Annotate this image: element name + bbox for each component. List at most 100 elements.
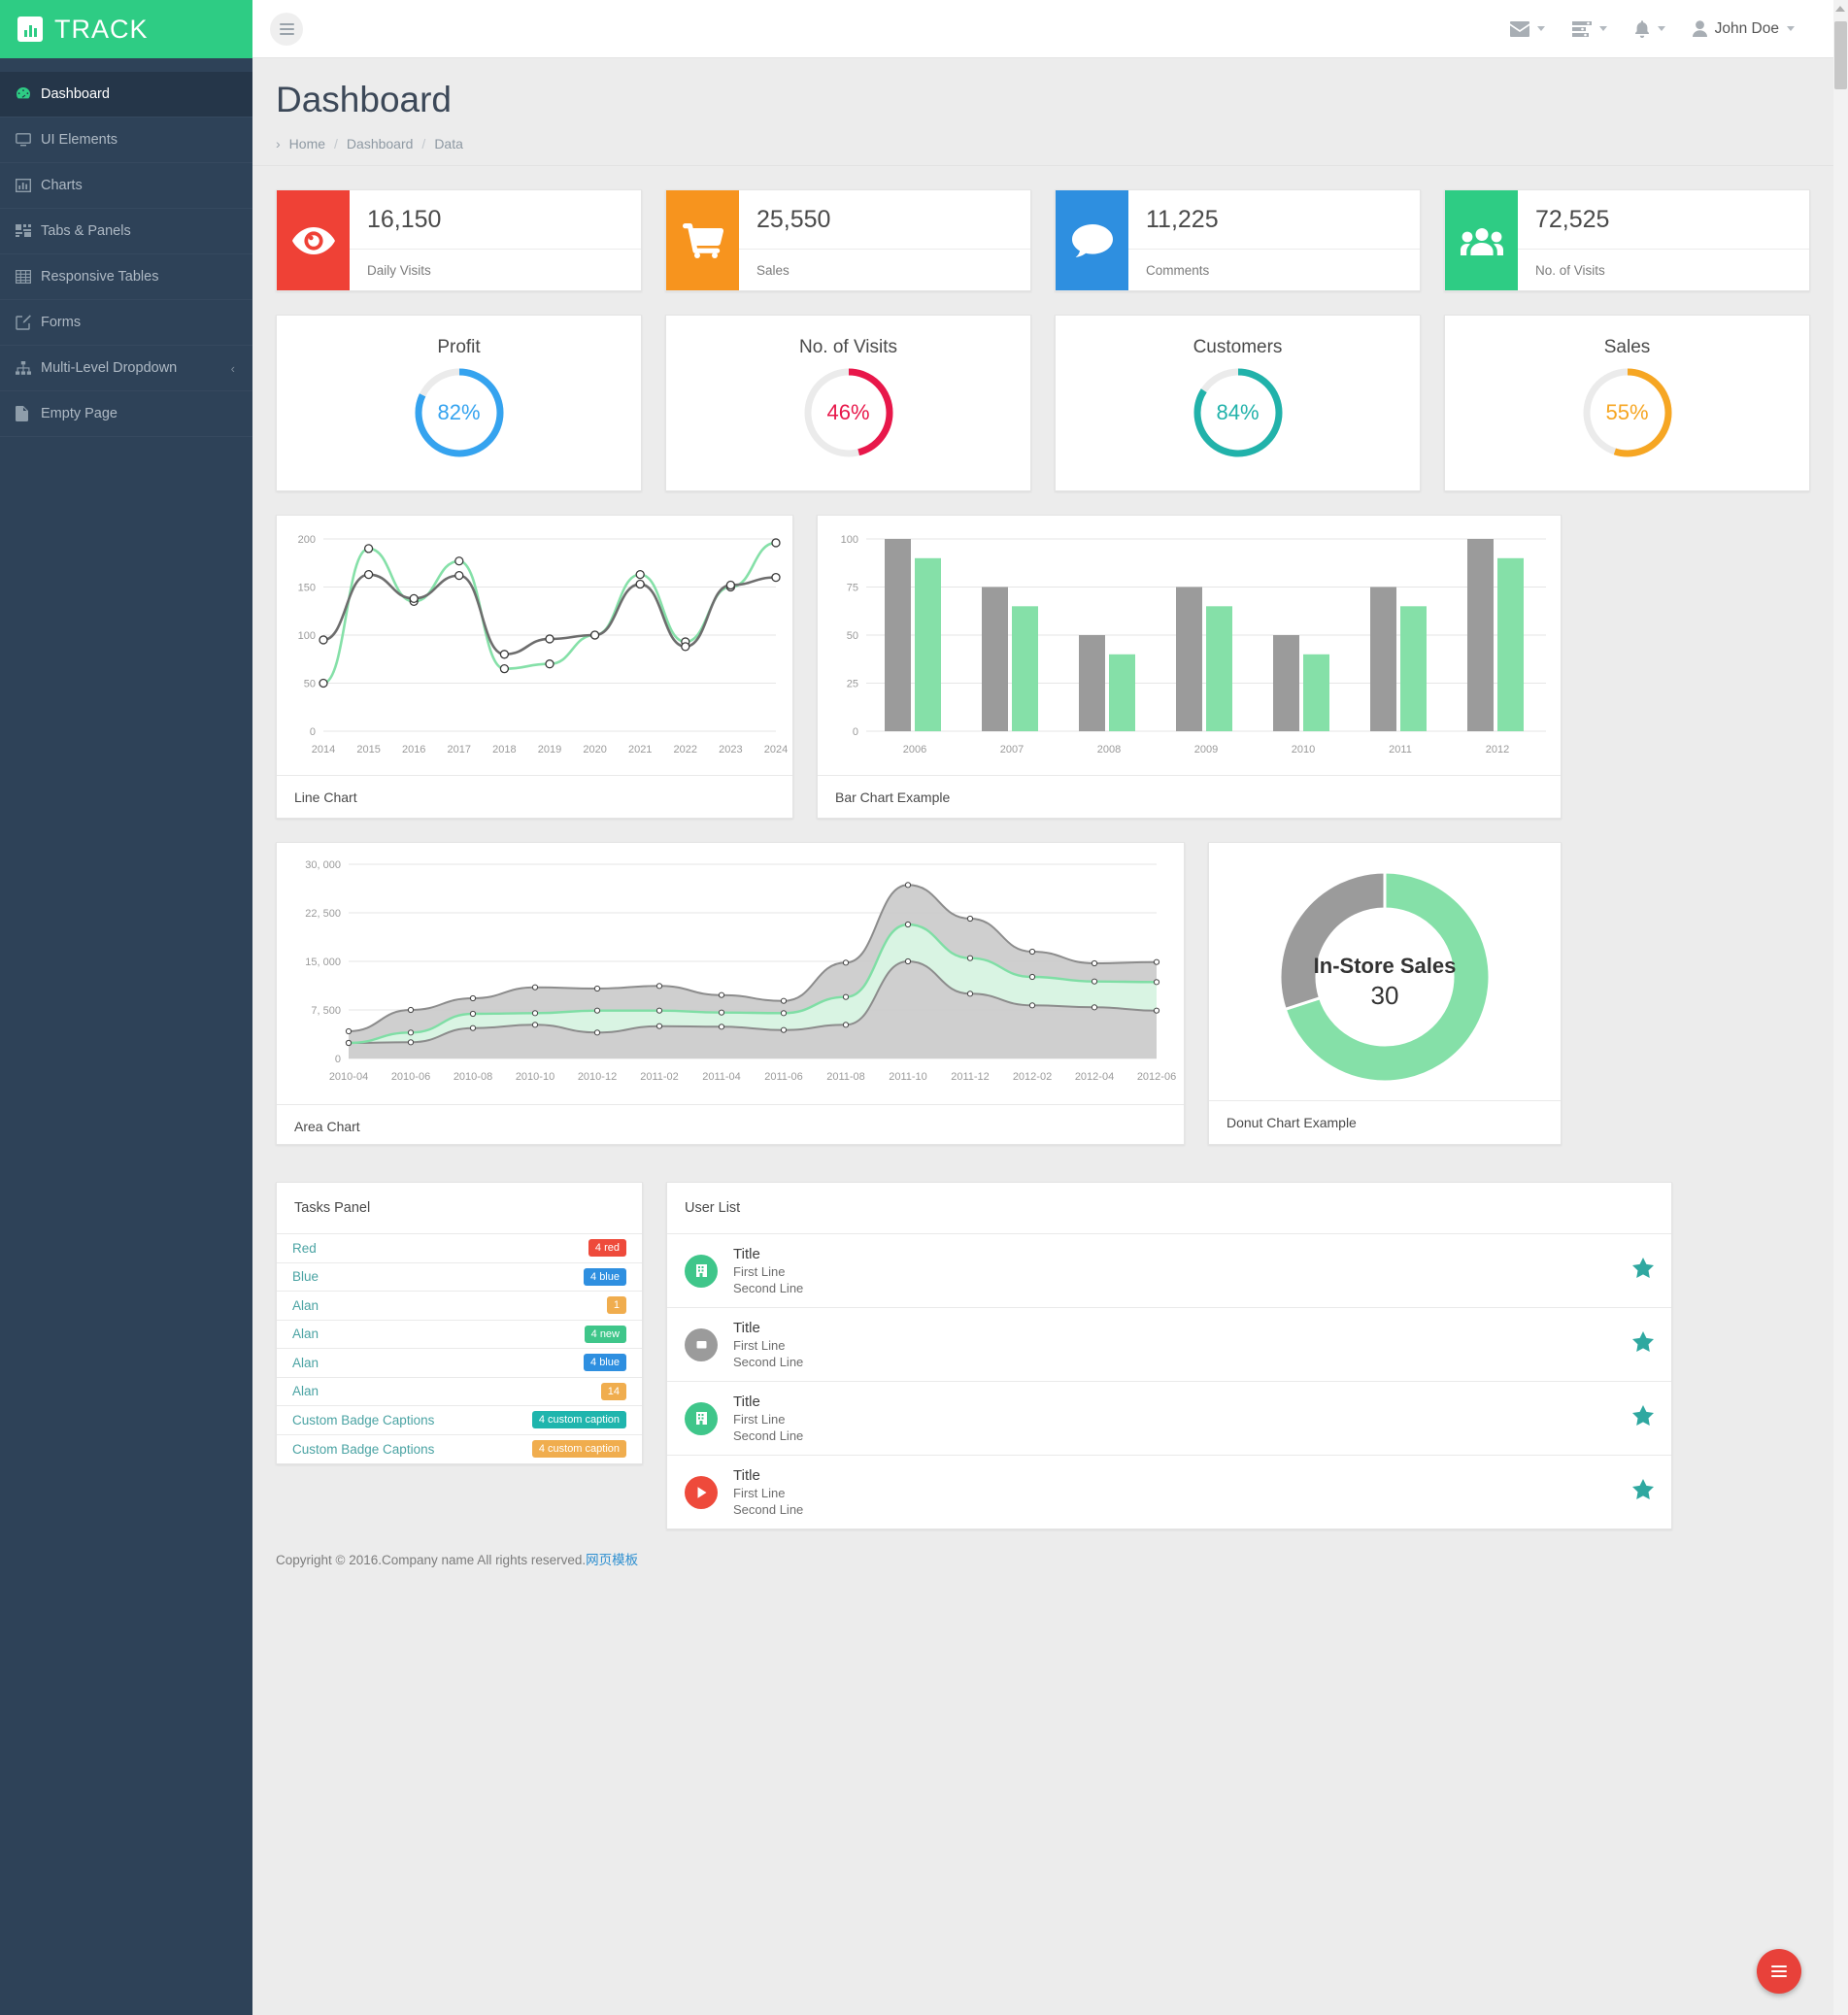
gauge-card-no-of-visits: No. of Visits 46%	[665, 315, 1031, 491]
scroll-up-arrow-icon[interactable]	[1835, 6, 1845, 12]
gauges-row: Profit 82% No. of Visits 46% Customers 84% Sal…	[252, 315, 1833, 491]
sidebar-item-label: Multi-Level Dropdown	[41, 360, 178, 376]
sidebar-item-dashboard[interactable]: Dashboard	[0, 72, 252, 118]
task-row[interactable]: Red 4 red	[277, 1234, 642, 1263]
svg-text:2010: 2010	[1292, 744, 1315, 756]
task-row[interactable]: Custom Badge Captions 4 custom caption	[277, 1406, 642, 1435]
svg-text:15, 000: 15, 000	[305, 957, 341, 968]
svg-text:2009: 2009	[1194, 744, 1218, 756]
sidebar-item-multi-level-dropdown[interactable]: Multi-Level Dropdown ‹	[0, 346, 252, 391]
svg-text:22, 500: 22, 500	[305, 908, 341, 920]
task-row[interactable]: Blue 4 blue	[277, 1263, 642, 1292]
task-row[interactable]: Alan 1	[277, 1292, 642, 1321]
user-line-2: Second Line	[733, 1428, 804, 1443]
footer-link[interactable]: 网页模板	[586, 1553, 638, 1567]
star-icon[interactable]	[1632, 1331, 1654, 1358]
stat-card-comments[interactable]: 11,225 Comments	[1055, 189, 1421, 291]
cart-icon	[666, 190, 739, 290]
area-chart-body: 0 7, 500 15, 000 22, 500 30, 000 2010-04 2010-…	[277, 843, 1184, 1104]
breadcrumb-item-dashboard[interactable]: Dashboard	[347, 136, 414, 151]
task-label[interactable]: Custom Badge Captions	[292, 1413, 434, 1427]
svg-text:2022: 2022	[674, 744, 697, 756]
svg-text:2011-12: 2011-12	[951, 1071, 990, 1083]
tasks-dropdown[interactable]	[1571, 20, 1607, 37]
breadcrumb-item-home[interactable]: Home	[289, 136, 325, 151]
star-icon[interactable]	[1632, 1258, 1654, 1284]
task-row[interactable]: Alan 4 new	[277, 1321, 642, 1349]
sidebar-item-charts[interactable]: Charts	[0, 163, 252, 209]
scrollbar[interactable]	[1833, 0, 1848, 2015]
breadcrumb-item-data[interactable]: Data	[434, 136, 463, 151]
task-label[interactable]: Alan	[292, 1384, 319, 1398]
star-icon[interactable]	[1632, 1479, 1654, 1505]
sidebar-item-ui-elements[interactable]: UI Elements	[0, 118, 252, 163]
stat-value: 16,150	[350, 190, 641, 250]
table-icon	[16, 270, 41, 284]
user-line-1: First Line	[733, 1338, 786, 1353]
stat-card-no-of-visits[interactable]: 72,525 No. of Visits	[1444, 189, 1810, 291]
list-item[interactable]: Title First Line Second Line	[667, 1456, 1671, 1528]
sidebar-item-label: UI Elements	[41, 132, 118, 148]
user-line-1: First Line	[733, 1486, 786, 1500]
donut-center-value: 30	[1371, 981, 1399, 1010]
stat-card-sales[interactable]: 25,550 Sales	[665, 189, 1031, 291]
task-label[interactable]: Alan	[292, 1298, 319, 1313]
hamburger-icon[interactable]	[270, 12, 303, 46]
menu-fab-icon[interactable]	[1757, 1949, 1801, 1994]
gauge-value: 55%	[1605, 400, 1649, 424]
status-badge: 1	[606, 1296, 626, 1315]
file-icon	[16, 406, 41, 421]
task-label[interactable]: Blue	[292, 1269, 319, 1284]
breadcrumb: › Home / Dashboard / Data	[252, 136, 1833, 166]
task-label[interactable]: Red	[292, 1241, 317, 1256]
tasks-panel: Tasks Panel Red 4 red Blue 4 blue Alan 1 Alan 4…	[276, 1182, 643, 1464]
sidebar-item-responsive-tables[interactable]: Responsive Tables	[0, 254, 252, 300]
stat-card-daily-visits[interactable]: 16,150 Daily Visits	[276, 189, 642, 291]
task-label[interactable]: Alan	[292, 1356, 319, 1370]
task-row[interactable]: Custom Badge Captions 4 custom caption	[277, 1435, 642, 1464]
breadcrumb-lead-icon: ›	[276, 136, 281, 151]
task-row[interactable]: Alan 4 blue	[277, 1349, 642, 1378]
scrollbar-thumb[interactable]	[1834, 21, 1847, 89]
svg-text:2011-06: 2011-06	[764, 1071, 803, 1083]
svg-text:2010-08: 2010-08	[454, 1071, 492, 1083]
svg-text:2010-10: 2010-10	[516, 1071, 554, 1083]
gauge-card-profit: Profit 82%	[276, 315, 642, 491]
bar-chart-body: 0 25 50 75 100 2006 2007 2008 2009 2010 2011 2012	[818, 516, 1561, 775]
status-badge: 4 custom caption	[531, 1411, 626, 1429]
status-badge: 4 custom caption	[531, 1440, 626, 1459]
svg-text:50: 50	[304, 679, 316, 690]
svg-text:2011: 2011	[1389, 744, 1412, 756]
brand-logo[interactable]: TRACK	[0, 0, 252, 58]
task-row[interactable]: Alan 14	[277, 1378, 642, 1406]
sidebar-item-empty-page[interactable]: Empty Page	[0, 391, 252, 437]
user-menu[interactable]: John Doe	[1692, 20, 1795, 38]
svg-text:2018: 2018	[492, 744, 516, 756]
list-item[interactable]: Title First Line Second Line	[667, 1382, 1671, 1456]
chevron-down-icon	[1657, 26, 1665, 31]
task-label[interactable]: Alan	[292, 1327, 319, 1341]
messages-dropdown[interactable]	[1509, 20, 1545, 37]
stat-label: Sales	[756, 262, 790, 278]
charts-row-2: 0 7, 500 15, 000 22, 500 30, 000 2010-04 2010-…	[252, 842, 1833, 1145]
topbar-actions: John Doe	[1509, 19, 1848, 38]
gauge-ring: 55%	[1579, 364, 1676, 461]
sidebar-item-forms[interactable]: Forms	[0, 300, 252, 346]
sidebar-nav: Dashboard UI Elements Charts Tabs & Panels R…	[0, 72, 252, 437]
star-icon[interactable]	[1632, 1405, 1654, 1431]
list-item[interactable]: Title First Line Second Line	[667, 1234, 1671, 1308]
gauge-title: Sales	[1603, 337, 1651, 357]
svg-text:2010-06: 2010-06	[391, 1071, 430, 1083]
task-label[interactable]: Custom Badge Captions	[292, 1442, 434, 1457]
svg-text:2010-12: 2010-12	[578, 1071, 617, 1083]
chevron-down-icon	[1536, 26, 1545, 31]
svg-text:200: 200	[298, 534, 316, 546]
gauge-value: 46%	[826, 400, 870, 424]
donut-chart-card: In-Store Sales 30 Donut Chart Example	[1208, 842, 1562, 1145]
sidebar-item-label: Tabs & Panels	[41, 223, 131, 239]
notifications-dropdown[interactable]	[1634, 19, 1665, 38]
breadcrumb-separator: /	[421, 136, 426, 151]
sidebar-item-tabs-panels[interactable]: Tabs & Panels	[0, 209, 252, 254]
gauge-ring: 46%	[800, 364, 897, 461]
list-item[interactable]: Title First Line Second Line	[667, 1308, 1671, 1382]
